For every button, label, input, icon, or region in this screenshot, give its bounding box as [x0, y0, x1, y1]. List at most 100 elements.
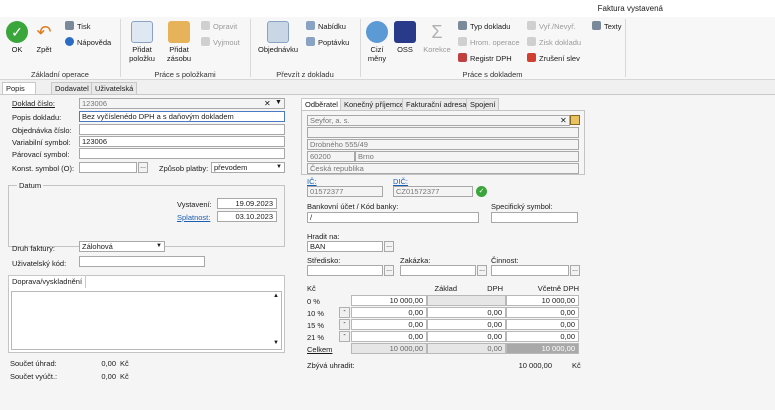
pay-by-field[interactable]: BAN [307, 241, 383, 252]
vat-base-10[interactable]: 0,00 [351, 307, 427, 318]
cancel-discount-button[interactable]: Zrušení slev [527, 53, 580, 64]
due-field[interactable]: 03.10.2023 [217, 211, 277, 222]
print-button[interactable]: Tisk [65, 21, 90, 32]
vat-total-10[interactable]: 0,00 [506, 307, 579, 318]
texts-icon [592, 21, 601, 30]
pair-sym-field[interactable] [79, 148, 285, 159]
pencil-icon [201, 21, 210, 30]
payment-select[interactable]: převodem [211, 162, 285, 173]
vat-col-rate: Kč [307, 284, 316, 293]
chevron-down-icon[interactable]: ▼ [276, 164, 282, 170]
bank-field[interactable]: / [307, 212, 479, 223]
doc-type-button[interactable]: Typ dokladu [458, 21, 510, 32]
edit-button[interactable]: Opravit [201, 21, 237, 32]
clear-icon[interactable]: ✕ [560, 116, 567, 125]
help-button[interactable]: Nápověda [65, 37, 111, 48]
vat-vat-10[interactable]: 0,00 [427, 307, 506, 318]
activity-picker[interactable]: ... [570, 265, 580, 276]
address-panel: Seyfor, a. s. ✕ Drobného 555/49 60200 Br… [301, 110, 585, 175]
country-field[interactable]: Česká republika [307, 163, 579, 174]
vat-total-15[interactable]: 0,00 [506, 319, 579, 330]
due-label[interactable]: Splatnost: [177, 213, 210, 222]
tab-user-fields[interactable]: Uživatelská pole [91, 82, 138, 104]
tab-billing-address[interactable]: Fakturační adresa [402, 98, 471, 110]
ok-label: OK [11, 45, 23, 54]
ico-label[interactable]: IČ: [307, 177, 317, 186]
contract-field[interactable] [400, 265, 476, 276]
company-name2-field[interactable] [307, 127, 579, 138]
center-picker[interactable]: ... [384, 265, 394, 276]
ico-field[interactable]: 01572377 [307, 186, 383, 197]
chevron-down-icon[interactable]: ▼ [156, 243, 162, 249]
contract-picker[interactable]: ... [477, 265, 487, 276]
activity-field[interactable] [491, 265, 569, 276]
undo-arrow-icon: ↶ [36, 22, 52, 42]
transport-panel: Doprava/vyskladnění ▲ ▼ [8, 275, 285, 353]
doc-type-icon [458, 21, 467, 30]
order-no-field[interactable] [79, 124, 285, 135]
issued-field[interactable]: 19.09.2023 [217, 198, 277, 209]
vat-vat-21[interactable]: 0,00 [427, 331, 506, 342]
add-stock-button[interactable]: Přidat zásobu [163, 21, 195, 63]
pay-by-picker[interactable]: ... [384, 241, 394, 252]
const-sym-picker[interactable]: ... [138, 162, 148, 173]
settle-button[interactable]: Vyř./Nevyř. [527, 21, 576, 32]
demand-button[interactable]: Poptávku [306, 37, 349, 48]
transport-textarea[interactable] [11, 291, 282, 350]
vat-base-0[interactable]: 10 000,00 [351, 295, 427, 306]
zip-field[interactable]: 60200 [307, 151, 355, 162]
invoice-type-select[interactable]: Zálohová [79, 241, 165, 252]
dic-field[interactable]: CZ01572377 [393, 186, 473, 197]
add-item-button[interactable]: Přidat položku [126, 21, 158, 63]
oss-button[interactable]: OSS [394, 21, 416, 54]
street-field[interactable]: Drobného 555/49 [307, 139, 579, 150]
tab-connection[interactable]: Spojení [466, 98, 500, 110]
vat-base-15[interactable]: 0,00 [351, 319, 427, 330]
oss-label: OSS [397, 45, 413, 54]
chevron-down-icon[interactable]: ▼ [275, 99, 282, 106]
foreign-currency-button[interactable]: Cizí měny [365, 21, 389, 63]
check-icon [527, 21, 536, 30]
separator [625, 19, 626, 77]
chevron-up-icon[interactable]: ▲ [273, 293, 279, 299]
back-button[interactable]: ↶ Zpět [32, 21, 56, 54]
ok-button[interactable]: ✓ OK [6, 21, 28, 54]
vat-minus-21[interactable]: - [339, 331, 350, 342]
const-sym-field[interactable] [79, 162, 137, 173]
group-label-basic: Základní operace [31, 70, 89, 79]
activity-label: Činnost: [491, 256, 519, 265]
mass-ops-button[interactable]: Hrom. operace [458, 37, 520, 48]
vat-minus-10[interactable]: - [339, 307, 350, 318]
company-name-field[interactable]: Seyfor, a. s. [307, 115, 570, 126]
address-book-icon[interactable] [570, 115, 580, 125]
vat-total-0[interactable]: 10 000,00 [506, 295, 579, 306]
user-code-field[interactable] [79, 256, 205, 267]
tab-final-recipient[interactable]: Konečný příjemce [340, 98, 409, 110]
doc-no-field[interactable]: 123006 [79, 98, 285, 109]
dic-label[interactable]: DIČ: [393, 177, 408, 186]
vat-total-21[interactable]: 0,00 [506, 331, 579, 342]
dph-register-button[interactable]: Registr DPH [458, 53, 512, 64]
tab-supplier[interactable]: Dodavatel [51, 82, 93, 94]
clear-icon[interactable]: ✕ [264, 99, 271, 108]
desc-field[interactable]: Bez vyčíslenédo DPH a s daňovým dokladem [79, 111, 285, 122]
sum-paid-value: 0,00 [101, 359, 116, 368]
vat-base-21[interactable]: 0,00 [351, 331, 427, 342]
correction-button[interactable]: Σ Korekce [422, 21, 452, 54]
texts-button[interactable]: Texty [592, 21, 622, 32]
offer-button[interactable]: Nabídku [306, 21, 346, 32]
add-stock-label: Přidat zásobu [166, 45, 192, 63]
vat-vat-15[interactable]: 0,00 [427, 319, 506, 330]
spec-sym-field[interactable] [491, 212, 578, 223]
profit-button[interactable]: Zisk dokladu [527, 37, 581, 48]
tab-transport[interactable]: Doprava/vyskladnění [8, 275, 87, 288]
demand-label: Poptávku [318, 38, 350, 47]
remove-button[interactable]: Vyjmout [201, 37, 240, 48]
order-button[interactable]: Objednávku [256, 21, 300, 54]
doc-type-label: Typ dokladu [470, 22, 511, 31]
center-field[interactable] [307, 265, 383, 276]
var-sym-field[interactable]: 123006 [79, 136, 285, 147]
chevron-down-icon[interactable]: ▼ [273, 340, 279, 346]
city-field[interactable]: Brno [355, 151, 579, 162]
vat-minus-15[interactable]: - [339, 319, 350, 330]
